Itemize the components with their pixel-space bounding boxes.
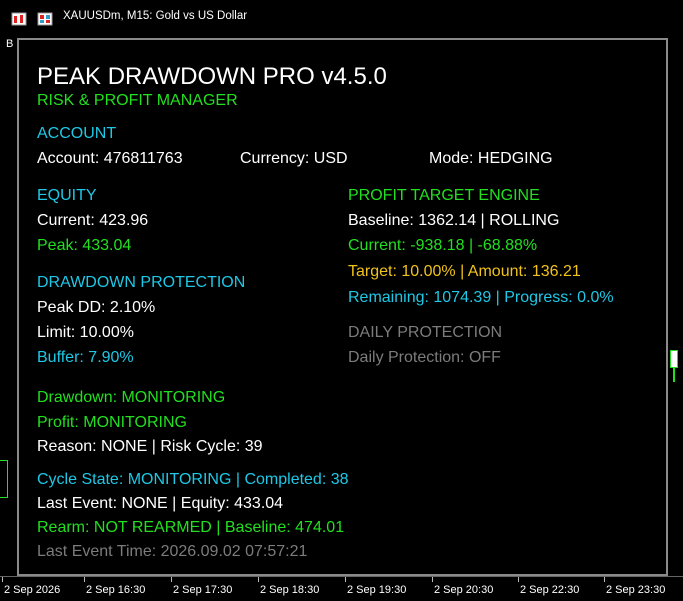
candle-left bbox=[0, 460, 8, 498]
time-label: 2 Sep 18:30 bbox=[260, 584, 320, 596]
time-label: 2 Sep 19:30 bbox=[347, 584, 407, 596]
time-tick bbox=[345, 577, 346, 582]
profit-target-current: Current: -938.18 | -68.88% bbox=[348, 237, 538, 254]
chart-corner-label: B bbox=[6, 38, 14, 50]
account-mode: Mode: HEDGING bbox=[429, 150, 553, 167]
chart-window-icon bbox=[11, 12, 27, 26]
time-label: 2 Sep 23:30 bbox=[606, 584, 666, 596]
time-tick bbox=[518, 577, 519, 582]
status-reason: Reason: NONE | Risk Cycle: 39 bbox=[37, 438, 263, 455]
status-profit: Profit: MONITORING bbox=[37, 414, 187, 431]
time-tick bbox=[258, 577, 259, 582]
panel-title: PEAK DRAWDOWN PRO v4.5.0 bbox=[37, 63, 387, 90]
time-label: 2 Sep 17:30 bbox=[173, 584, 233, 596]
profit-target-target: Target: 10.00% | Amount: 136.21 bbox=[348, 263, 581, 280]
account-currency: Currency: USD bbox=[240, 150, 348, 167]
time-label: 2 Sep 20:30 bbox=[434, 584, 494, 596]
daily-protection-status: Daily Protection: OFF bbox=[348, 349, 501, 366]
account-header: ACCOUNT bbox=[37, 125, 117, 142]
chart-window-title: XAUUSDm, M15: Gold vs US Dollar bbox=[63, 10, 248, 22]
time-axis: 2 Sep 2026 2 Sep 16:30 2 Sep 17:30 2 Sep… bbox=[0, 576, 683, 601]
profit-target-header: PROFIT TARGET ENGINE bbox=[348, 187, 540, 204]
chart-grid-icon bbox=[37, 12, 53, 26]
chart-window-titlebar[interactable]: XAUUSDm, M15: Gold vs US Dollar bbox=[0, 0, 683, 34]
equity-current: Current: 423.96 bbox=[37, 212, 149, 229]
time-label: 2 Sep 16:30 bbox=[86, 584, 146, 596]
status-last-event: Last Event: NONE | Equity: 433.04 bbox=[37, 495, 284, 512]
status-rearm: Rearm: NOT REARMED | Baseline: 474.01 bbox=[37, 519, 345, 536]
drawdown-peak-dd: Peak DD: 2.10% bbox=[37, 299, 156, 316]
daily-protection-header: DAILY PROTECTION bbox=[348, 324, 503, 341]
time-tick bbox=[432, 577, 433, 582]
status-last-event-time: Last Event Time: 2026.09.02 07:57:21 bbox=[37, 543, 308, 560]
time-tick bbox=[604, 577, 605, 582]
equity-header: EQUITY bbox=[37, 187, 97, 204]
time-tick bbox=[84, 577, 85, 582]
candle-right bbox=[670, 350, 678, 368]
profit-target-baseline: Baseline: 1362.14 | ROLLING bbox=[348, 212, 560, 229]
drawdown-limit: Limit: 10.00% bbox=[37, 324, 134, 341]
status-drawdown: Drawdown: MONITORING bbox=[37, 389, 226, 406]
equity-peak: Peak: 433.04 bbox=[37, 237, 132, 254]
account-number: Account: 476811763 bbox=[37, 150, 183, 167]
dashboard-panel: PEAK DRAWDOWN PRO v4.5.0 RISK & PROFIT M… bbox=[17, 38, 668, 576]
time-label: 2 Sep 22:30 bbox=[520, 584, 580, 596]
time-tick bbox=[2, 577, 3, 582]
time-tick bbox=[171, 577, 172, 582]
status-cycle-state: Cycle State: MONITORING | Completed: 38 bbox=[37, 471, 349, 488]
time-label: 2 Sep 2026 bbox=[4, 584, 61, 596]
profit-target-remaining: Remaining: 1074.39 | Progress: 0.0% bbox=[348, 289, 614, 306]
drawdown-buffer: Buffer: 7.90% bbox=[37, 349, 134, 366]
panel-subtitle: RISK & PROFIT MANAGER bbox=[37, 92, 238, 109]
candle-wick-right bbox=[673, 368, 675, 382]
drawdown-header: DRAWDOWN PROTECTION bbox=[37, 274, 246, 291]
